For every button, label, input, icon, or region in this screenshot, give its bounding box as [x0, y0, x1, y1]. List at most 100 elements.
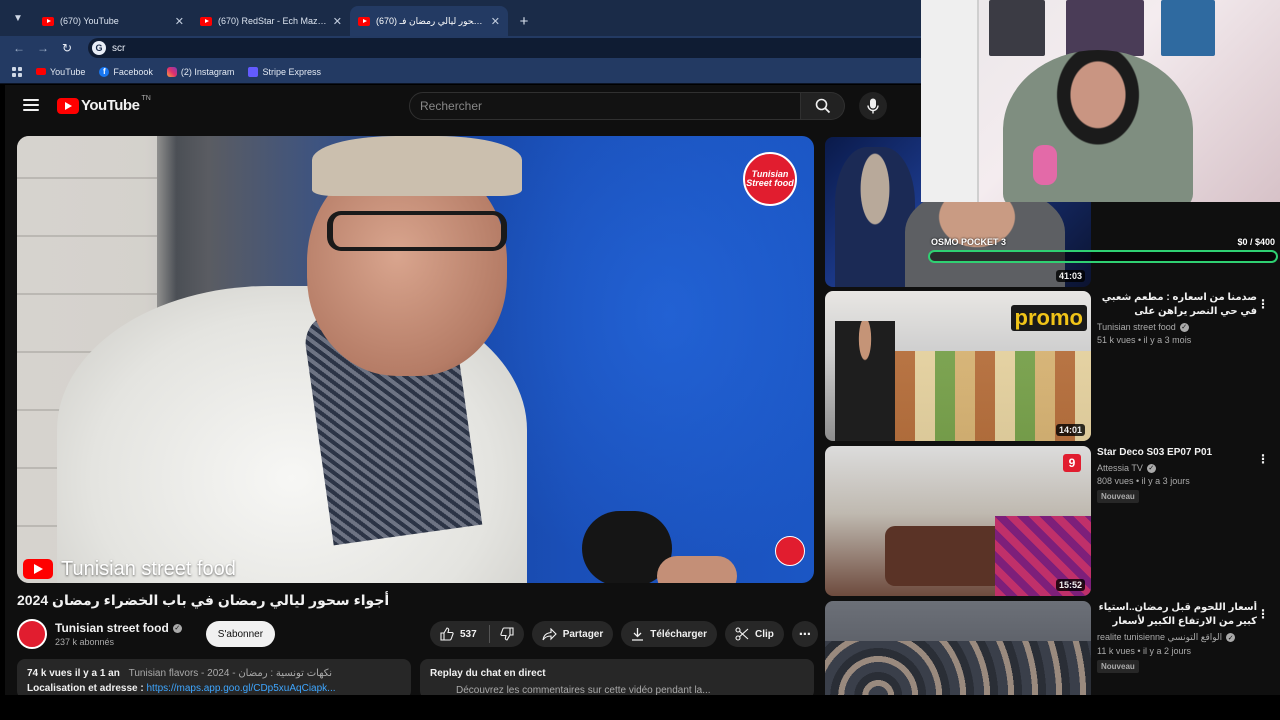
- browser-tab-current-video[interactable]: (670) أجواء سحور ليالي رمضان فـ ✕: [350, 6, 508, 36]
- related-video[interactable]: 9 15:52 Star Deco S03 EP07 P01 Attessia …: [825, 446, 1275, 596]
- close-tab-icon[interactable]: ✕: [175, 15, 184, 28]
- bookmark-instagram[interactable]: (2) Instagram: [166, 66, 235, 77]
- youtube-logo[interactable]: YouTube TN: [57, 95, 151, 114]
- youtube-favicon-icon: [42, 16, 54, 26]
- search-icon: [815, 98, 830, 114]
- views-and-date: 74 k vues il y a 1 an: [27, 668, 120, 679]
- video-description[interactable]: 74 k vues il y a 1 an Tunisian flavors -…: [17, 659, 411, 695]
- watermark-text: Tunisian street food: [61, 557, 236, 580]
- location-link[interactable]: https://maps.app.goo.gl/CDp5xuAqCiapk...: [147, 683, 336, 694]
- video-duration: 14:01: [1055, 424, 1085, 436]
- back-button[interactable]: ←: [10, 39, 28, 57]
- search-placeholder: Rechercher: [420, 99, 483, 113]
- bookmark-youtube[interactable]: YouTube: [36, 67, 85, 77]
- video-thumbnail[interactable]: 9 15:52: [825, 446, 1091, 596]
- related-channel[interactable]: realite tunisienne الواقع التونسي ✓: [1097, 632, 1257, 643]
- bookmark-label: Facebook: [113, 66, 153, 77]
- arrow-left-icon: ←: [13, 41, 25, 55]
- new-tab-button[interactable]: +: [512, 9, 536, 33]
- donation-goal-widget: OSMO POCKET 3 $0 / $400: [928, 237, 1278, 263]
- related-video-title[interactable]: صدمنا من اسعاره : مطعم شعبي في حي النصر …: [1097, 291, 1257, 319]
- voice-search-button[interactable]: [859, 92, 887, 120]
- subscriber-count: 237 k abonnés: [55, 637, 115, 647]
- channel-brand-logo-small: [775, 536, 805, 566]
- bookmark-label: (2) Instagram: [180, 66, 235, 77]
- related-video[interactable]: promo 14:01 صدمنا من اسعاره : مطعم شعبي …: [825, 291, 1275, 441]
- video-actions: 537 Partager Télécharger Clip ⋯: [430, 621, 818, 647]
- letterbox-bar: [0, 695, 1280, 720]
- youtube-play-icon: [23, 559, 53, 579]
- thumbs-up-icon: [440, 627, 454, 641]
- new-badge: Nouveau: [1097, 660, 1139, 673]
- description-tags[interactable]: Tunisian flavors - 2024 - نكهات تونسية :…: [129, 668, 332, 679]
- related-stats: 51 k vues • il y a 3 mois: [1097, 335, 1192, 345]
- download-icon: [632, 628, 644, 641]
- search-input[interactable]: Rechercher: [409, 92, 801, 120]
- forward-button[interactable]: →: [34, 39, 52, 57]
- download-label: Télécharger: [650, 628, 707, 640]
- chat-title: Replay du chat en direct: [430, 668, 546, 679]
- related-channel[interactable]: Attessia TV ✓: [1097, 463, 1257, 473]
- video-options-icon[interactable]: ⋮: [1257, 452, 1269, 466]
- like-count: 537: [460, 628, 477, 640]
- google-icon: G: [92, 41, 106, 55]
- video-thumbnail[interactable]: promo 14:01: [825, 291, 1091, 441]
- tab-title: (670) أجواء سحور ليالي رمضان فـ: [376, 15, 485, 26]
- streamer: [1003, 50, 1193, 202]
- close-tab-icon[interactable]: ✕: [491, 15, 500, 28]
- apps-button[interactable]: [12, 66, 22, 77]
- video-title: أجواء سحور ليالي رمضان في باب الخضراء رم…: [17, 592, 390, 608]
- browser-tab-redstar[interactable]: (670) RedStar - Ech Mazel Feat ✕: [192, 6, 350, 36]
- verified-check-icon: ✓: [1226, 633, 1236, 642]
- video-owner: Tunisian street food ✓ 237 k abonnés S'a…: [17, 619, 276, 649]
- location-label: Localisation et adresse :: [27, 683, 144, 694]
- channel-name[interactable]: Tunisian street food ✓: [55, 621, 182, 635]
- reload-icon: ↻: [61, 41, 73, 55]
- bookmark-stripe-express[interactable]: Stripe Express: [248, 66, 321, 77]
- more-actions-button[interactable]: ⋯: [791, 621, 818, 647]
- video-player[interactable]: Tunisian Street food Tunisian street foo…: [17, 136, 814, 583]
- verified-check-icon: ✓: [1146, 463, 1156, 473]
- microphone-icon: [867, 98, 879, 114]
- browser-tab-youtube-home[interactable]: (670) YouTube ✕: [34, 6, 192, 36]
- tab-title: (670) YouTube: [60, 16, 119, 26]
- reload-button[interactable]: ↻: [58, 39, 76, 57]
- new-badge: Nouveau: [1097, 490, 1139, 503]
- related-stats: 808 vues • il y a 3 jours: [1097, 476, 1190, 486]
- scissors-icon: [735, 627, 749, 641]
- video-options-icon[interactable]: ⋮: [1257, 297, 1269, 311]
- youtube-icon: [36, 68, 46, 75]
- channel-avatar[interactable]: [17, 619, 47, 649]
- live-chat-replay[interactable]: Replay du chat en direct Découvrez les c…: [420, 659, 814, 695]
- bookmark-facebook[interactable]: f Facebook: [99, 66, 153, 77]
- related-video[interactable]: أسعار اللحوم قبل رمضان..استياء كبير من ا…: [825, 601, 1275, 695]
- related-video-title[interactable]: أسعار اللحوم قبل رمضان..استياء كبير من ا…: [1097, 601, 1257, 629]
- close-tab-icon[interactable]: ✕: [333, 15, 342, 28]
- related-video-title[interactable]: Star Deco S03 EP07 P01: [1097, 446, 1257, 460]
- clip-button[interactable]: Clip: [724, 621, 784, 647]
- like-dislike-segment: 537: [430, 621, 524, 647]
- video-duration: 41:03: [1055, 270, 1085, 282]
- video-options-icon[interactable]: ⋮: [1257, 607, 1269, 621]
- youtube-favicon-icon: [358, 16, 370, 26]
- video-thumbnail[interactable]: [825, 601, 1091, 695]
- share-label: Partager: [562, 628, 604, 640]
- verified-check-icon: ✓: [1179, 322, 1189, 332]
- goal-label: OSMO POCKET 3: [931, 237, 1007, 247]
- thumbs-down-icon: [500, 627, 514, 641]
- related-channel[interactable]: Tunisian street food ✓: [1097, 322, 1257, 332]
- dislike-button[interactable]: [500, 627, 514, 641]
- clip-label: Clip: [754, 628, 774, 640]
- tab-search-button[interactable]: ▼: [6, 6, 30, 30]
- search-button[interactable]: [801, 92, 845, 120]
- subscribe-button[interactable]: S'abonner: [205, 621, 276, 647]
- like-button[interactable]: 537: [440, 627, 477, 641]
- plus-icon: +: [519, 12, 529, 30]
- menu-hamburger-icon[interactable]: [23, 99, 39, 111]
- stripe-icon: [248, 66, 259, 77]
- apps-grid-icon: [12, 66, 22, 77]
- download-button[interactable]: Télécharger: [621, 621, 717, 647]
- goal-amount: $0 / $400: [1237, 237, 1275, 247]
- share-button[interactable]: Partager: [531, 621, 614, 647]
- related-stats: 11 k vues • il y a 2 jours: [1097, 646, 1192, 656]
